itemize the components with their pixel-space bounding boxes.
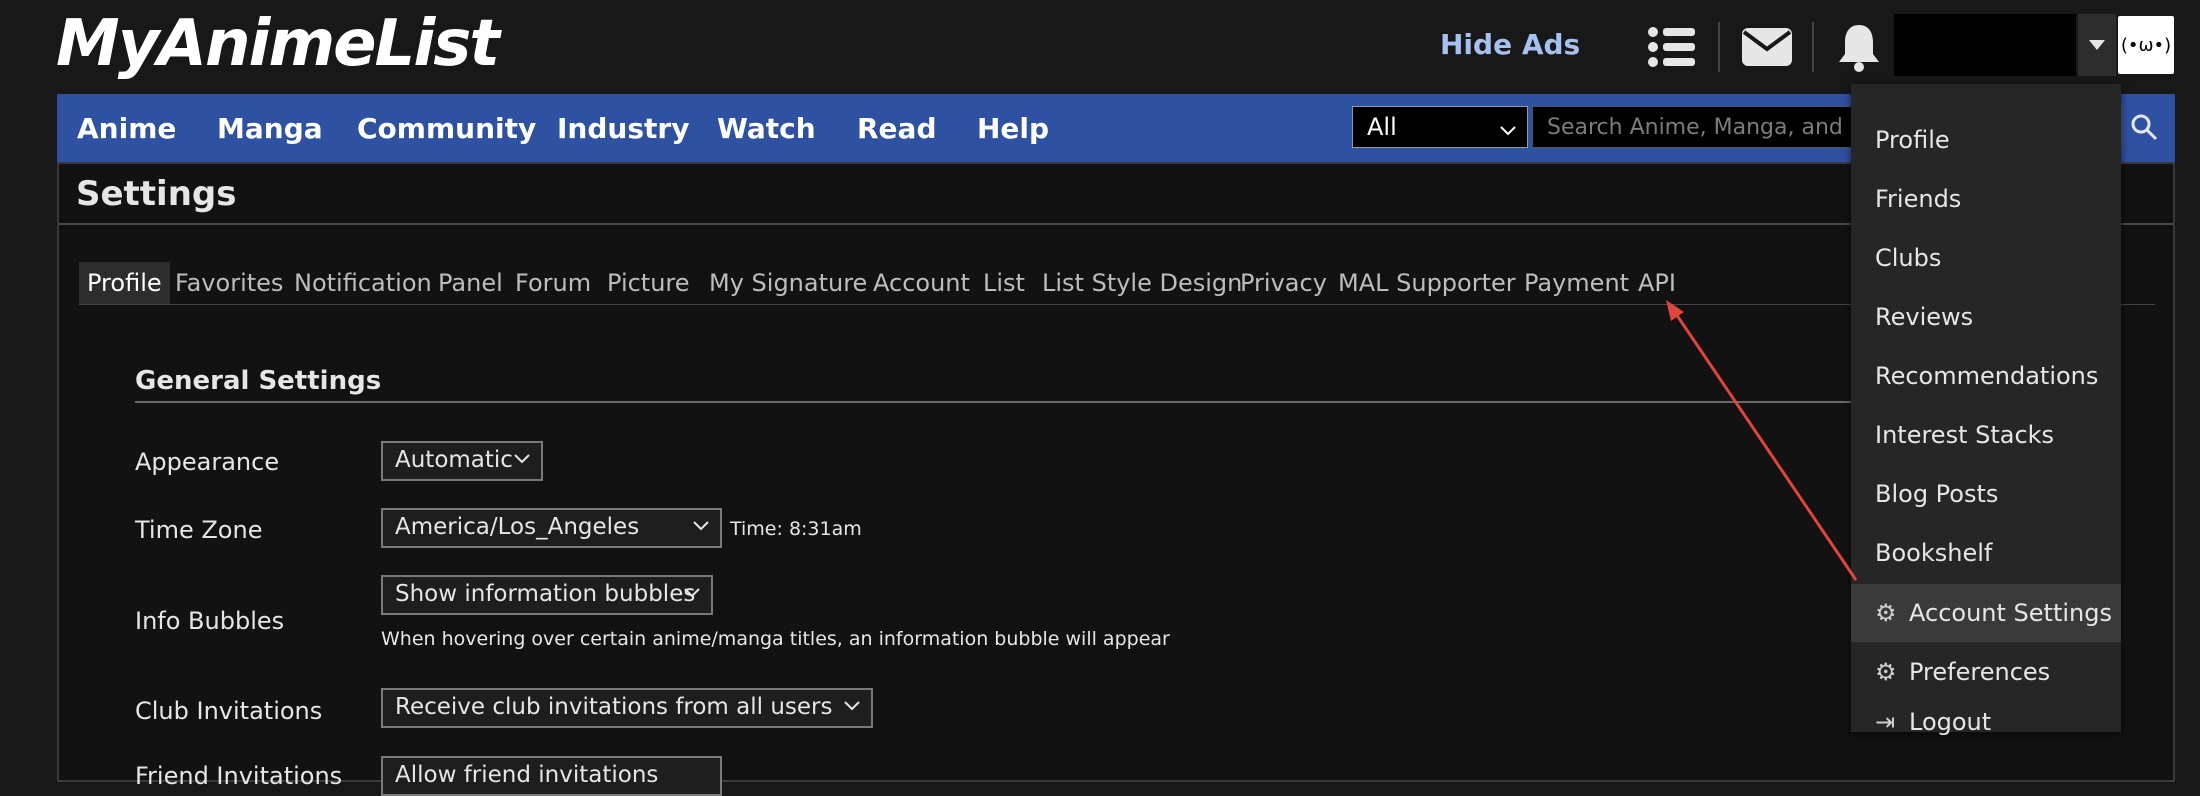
tab-list[interactable]: List xyxy=(975,262,1033,304)
nav-industry[interactable]: Industry xyxy=(557,112,689,145)
info-bubbles-hint: When hovering over certain anime/manga t… xyxy=(381,628,1170,650)
friend-invitations-label: Friend Invitations xyxy=(135,762,343,790)
list-icon[interactable] xyxy=(1644,20,1700,74)
current-time-text: Time: 8:31am xyxy=(730,518,862,540)
menu-account-settings[interactable]: ⚙ Account Settings xyxy=(1851,584,2121,642)
menu-blog-posts[interactable]: Blog Posts xyxy=(1851,465,2121,523)
tab-privacy[interactable]: Privacy xyxy=(1232,262,1335,304)
time-zone-value: America/Los_Angeles xyxy=(395,514,640,540)
menu-clubs[interactable]: Clubs xyxy=(1851,229,2121,287)
mail-icon[interactable] xyxy=(1740,20,1794,74)
menu-account-settings-label: Account Settings xyxy=(1909,599,2112,627)
nav-community[interactable]: Community xyxy=(357,112,536,145)
info-bubbles-select[interactable]: Show information bubbles xyxy=(381,575,713,615)
menu-recommendations[interactable]: Recommendations xyxy=(1851,347,2121,405)
myanimelist-logo[interactable]: MyAnimeList xyxy=(56,8,500,80)
appearance-select[interactable]: Automatic xyxy=(381,441,543,481)
menu-friends[interactable]: Friends xyxy=(1851,170,2121,228)
tab-panel[interactable]: Panel xyxy=(430,262,511,304)
friend-invitations-select[interactable]: Allow friend invitations xyxy=(381,756,722,796)
page-title: Settings xyxy=(76,174,237,214)
tab-my-signature[interactable]: My Signature xyxy=(701,262,875,304)
menu-logout-label: Logout xyxy=(1909,708,1992,736)
search-icon[interactable] xyxy=(2120,106,2168,148)
friend-invitations-value: Allow friend invitations xyxy=(395,762,659,788)
chevron-down-icon xyxy=(692,516,710,537)
appearance-label: Appearance xyxy=(135,448,280,476)
menu-bookshelf[interactable]: Bookshelf xyxy=(1851,524,2121,582)
gear-icon: ⚙ xyxy=(1875,658,1897,686)
club-invitations-select[interactable]: Receive club invitations from all users xyxy=(381,688,873,728)
bell-icon[interactable] xyxy=(1834,20,1884,74)
tab-list-style-design[interactable]: List Style Design xyxy=(1034,262,1250,304)
search-category-select[interactable]: All xyxy=(1352,106,1528,148)
tab-picture[interactable]: Picture xyxy=(599,262,698,304)
user-menu-toggle[interactable] xyxy=(2078,14,2116,76)
menu-profile[interactable]: Profile xyxy=(1851,111,2121,169)
chevron-down-icon xyxy=(513,449,531,470)
chevron-down-icon xyxy=(843,696,861,717)
tab-notification[interactable]: Notification xyxy=(286,262,440,304)
time-zone-select[interactable]: America/Los_Angeles xyxy=(381,508,722,548)
menu-logout[interactable]: ⇥ Logout xyxy=(1851,702,2121,736)
gear-icon: ⚙ xyxy=(1875,599,1897,627)
tab-favorites[interactable]: Favorites xyxy=(167,262,291,304)
tab-forum[interactable]: Forum xyxy=(507,262,599,304)
tab-api[interactable]: API xyxy=(1630,262,1684,304)
tab-payment[interactable]: Payment xyxy=(1516,262,1637,304)
menu-preferences-label: Preferences xyxy=(1909,658,2051,686)
appearance-value: Automatic xyxy=(395,447,513,473)
chevron-down-icon xyxy=(1499,115,1517,143)
chevron-down-icon xyxy=(683,583,701,604)
nav-read[interactable]: Read xyxy=(857,112,937,145)
hide-ads-link[interactable]: Hide Ads xyxy=(1440,28,1580,61)
header-divider xyxy=(1812,22,1814,72)
nav-manga[interactable]: Manga xyxy=(217,112,323,145)
avatar[interactable]: (•ω•) xyxy=(2118,16,2174,74)
menu-reviews[interactable]: Reviews xyxy=(1851,288,2121,346)
tab-account[interactable]: Account xyxy=(865,262,978,304)
menu-interest-stacks[interactable]: Interest Stacks xyxy=(1851,406,2121,464)
menu-preferences[interactable]: ⚙ Preferences xyxy=(1851,643,2121,701)
section-title: General Settings xyxy=(135,366,382,396)
club-invitations-value: Receive club invitations from all users xyxy=(395,694,833,720)
nav-anime[interactable]: Anime xyxy=(77,112,176,145)
tab-profile[interactable]: Profile xyxy=(79,262,170,304)
time-zone-label: Time Zone xyxy=(135,516,263,544)
header-divider xyxy=(1718,22,1720,72)
logout-icon: ⇥ xyxy=(1875,708,1896,736)
club-invitations-label: Club Invitations xyxy=(135,697,323,725)
search-category-value: All xyxy=(1367,113,1397,141)
info-bubbles-value: Show information bubbles xyxy=(395,581,696,607)
username-box[interactable] xyxy=(1894,14,2076,76)
nav-watch[interactable]: Watch xyxy=(717,112,816,145)
tab-mal-supporter[interactable]: MAL Supporter xyxy=(1330,262,1524,304)
nav-help[interactable]: Help xyxy=(977,112,1049,145)
caret-down-icon xyxy=(2089,40,2105,50)
user-dropdown-menu: Profile Friends Clubs Reviews Recommenda… xyxy=(1851,84,2121,736)
info-bubbles-label: Info Bubbles xyxy=(135,607,285,635)
divider xyxy=(79,304,2155,305)
divider xyxy=(135,401,1853,403)
